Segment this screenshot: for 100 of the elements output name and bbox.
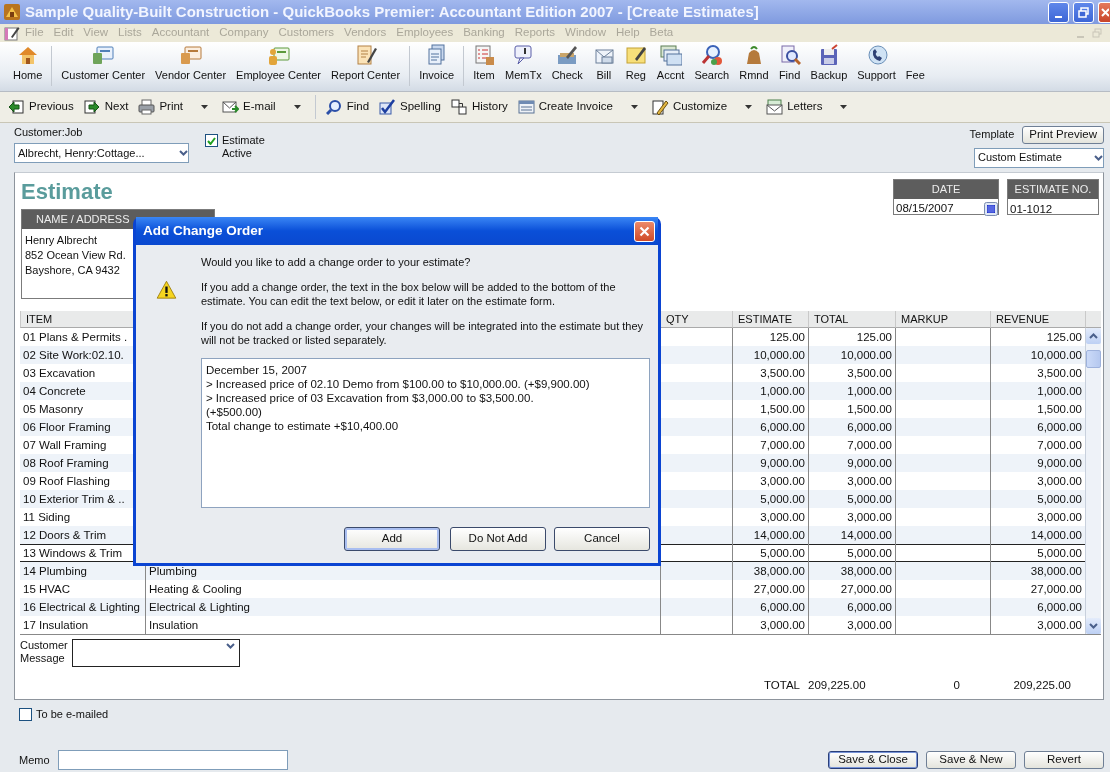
- table-cell: 3,000.00: [732, 508, 808, 526]
- toolbar-button[interactable]: Employee Center: [231, 42, 327, 88]
- column-header: REVENUE: [990, 311, 1085, 328]
- table-cell: 38,000.00: [732, 562, 808, 580]
- table-cell: 3,000.00: [990, 508, 1085, 526]
- toolbar-button[interactable]: History: [446, 97, 512, 117]
- total-value: 209,225.00: [808, 679, 867, 693]
- toolbar-button[interactable]: Find: [321, 97, 374, 117]
- revenue-total: 209,225.00: [1012, 679, 1072, 693]
- customer-job-dropdown[interactable]: Albrecht, Henry:Cottage...: [14, 143, 189, 164]
- form-button[interactable]: Save & Close: [828, 751, 918, 770]
- markup-total: 0: [952, 679, 961, 693]
- table-cell: 5,000.00: [732, 544, 808, 562]
- table-cell: 1,000.00: [732, 382, 808, 400]
- toolbar-button[interactable]: E-mail: [218, 97, 309, 117]
- print-preview-button[interactable]: Print Preview: [1022, 126, 1104, 144]
- toolbar-button[interactable]: Find: [773, 42, 806, 88]
- toolbar-button[interactable]: Report Center: [326, 42, 406, 88]
- table-cell: 1,000.00: [808, 382, 895, 400]
- toolbar-button[interactable]: Spelling: [375, 97, 445, 117]
- column-header: TOTAL: [808, 311, 895, 328]
- table-cell: 3,000.00: [808, 472, 895, 490]
- column-header: MARKUP: [895, 311, 990, 328]
- estimate-number-field[interactable]: 01-1012: [1008, 199, 1098, 219]
- toolbar-button[interactable]: Fee: [900, 42, 930, 88]
- toolbar-button[interactable]: Item: [468, 42, 500, 88]
- toolbar-button[interactable]: MemTx: [500, 42, 547, 88]
- toolbar-button[interactable]: Customize: [647, 97, 761, 117]
- table-cell: 6,000.00: [732, 598, 808, 616]
- table-cell: 3,500.00: [732, 364, 808, 382]
- table-cell: 3,000.00: [990, 472, 1085, 490]
- date-field[interactable]: 08/15/2007: [894, 199, 998, 219]
- table-cell: 3,000.00: [732, 616, 808, 634]
- table-cell: 6,000.00: [990, 598, 1085, 616]
- table-cell: 1,500.00: [990, 400, 1085, 418]
- table-cell: 5,000.00: [808, 490, 895, 508]
- change-order-text-area[interactable]: December 15, 2007 > Increased price of 02.10 Demo from $100.00 to $10,000.00. (+$9,900.00) > Increased price of 03 Excavation from $3,000.00 to $3,500.00. (+$500.00) Total change to estimate +$10,400.00: [200, 358, 650, 508]
- table-cell: 27,000.00: [808, 580, 895, 598]
- table-cell: 27,000.00: [732, 580, 808, 598]
- table-cell: 14,000.00: [808, 526, 895, 544]
- toolbar-button[interactable]: Reg: [619, 42, 652, 88]
- field-label: Customer:Job: [14, 126, 84, 140]
- form-title: Estimate: [21, 179, 114, 205]
- table-cell: Electrical & Lighting: [145, 598, 660, 616]
- table-cell: 14,000.00: [990, 526, 1085, 544]
- box-header: ESTIMATE NO.: [1008, 180, 1098, 199]
- table-cell: 5,000.00: [990, 544, 1085, 562]
- table-cell: 7,000.00: [808, 436, 895, 454]
- dialog-button[interactable]: Add: [344, 527, 440, 551]
- toolbar-button[interactable]: Previous: [4, 97, 78, 117]
- column-header: ESTIMATE: [732, 311, 808, 328]
- table-cell: 27,000.00: [990, 580, 1085, 598]
- table-cell: 6,000.00: [732, 418, 808, 436]
- table-cell[interactable]: 14 Plumbing: [20, 562, 145, 580]
- dialog-text: Would you like to add a change order to your estimate?: [200, 255, 472, 269]
- toolbar-button[interactable]: Customer Center: [56, 42, 151, 88]
- table-cell: 3,500.00: [808, 364, 895, 382]
- form-button[interactable]: Save & New: [926, 751, 1016, 770]
- toolbar-button[interactable]: Bill: [587, 42, 620, 88]
- table-cell: 10,000.00: [990, 346, 1085, 364]
- table-cell: 38,000.00: [990, 562, 1085, 580]
- table-cell[interactable]: 16 Electrical & Lighting: [20, 598, 145, 616]
- toolbar-button[interactable]: Invoice: [414, 42, 459, 88]
- dialog-text: If you add a change order, the text in the box below will be added to the bottom of the estimate. You can edit the text below, or edit it later on the estimate form.: [200, 280, 617, 308]
- toolbar-button[interactable]: Backup: [805, 42, 853, 88]
- field-label: Customer Message: [20, 639, 68, 665]
- total-label: TOTAL: [763, 679, 801, 693]
- table-cell: 3,000.00: [808, 616, 895, 634]
- toolbar-button[interactable]: Check: [546, 42, 588, 88]
- table-cell: 125.00: [732, 328, 808, 346]
- table-cell: 125.00: [808, 328, 895, 346]
- toolbar-button[interactable]: Accnt: [651, 42, 690, 88]
- toolbar-button[interactable]: Search: [689, 42, 735, 88]
- toolbar-button[interactable]: Letters: [762, 97, 856, 117]
- toolbar-button[interactable]: Next: [79, 97, 133, 117]
- table-cell: 3,000.00: [990, 616, 1085, 634]
- column-header: QTY: [660, 311, 732, 328]
- address-text: Henry Albrecht 852 Ocean View Rd. Bayshore, CA 9432: [24, 233, 127, 278]
- table-cell: 3,000.00: [732, 472, 808, 490]
- table-cell: 6,000.00: [808, 418, 895, 436]
- toolbar-button[interactable]: Create Invoice: [513, 97, 646, 117]
- toolbar-button[interactable]: Vendor Center: [150, 42, 232, 88]
- template-dropdown[interactable]: Custom Estimate: [974, 147, 1104, 168]
- table-cell: 5,000.00: [732, 490, 808, 508]
- toolbar-button[interactable]: Rmnd: [734, 42, 774, 88]
- table-cell: 14,000.00: [732, 526, 808, 544]
- table-cell: 5,000.00: [990, 490, 1085, 508]
- table-cell: 125.00: [990, 328, 1085, 346]
- field-label: Template: [969, 128, 1015, 142]
- toolbar-button[interactable]: Print: [134, 97, 217, 117]
- table-cell: 3,500.00: [990, 364, 1085, 382]
- table-cell: 10,000.00: [732, 346, 808, 364]
- dialog-button[interactable]: Do Not Add: [450, 527, 546, 551]
- toolbar-button[interactable]: Support: [852, 42, 901, 88]
- dialog-button[interactable]: Cancel: [554, 527, 650, 551]
- toolbar-button[interactable]: Home: [8, 42, 48, 88]
- form-button[interactable]: Revert: [1024, 751, 1104, 770]
- table-cell: 1,000.00: [990, 382, 1085, 400]
- checkbox-label: Estimate Active: [222, 134, 265, 162]
- table-cell: 1,500.00: [732, 400, 808, 418]
